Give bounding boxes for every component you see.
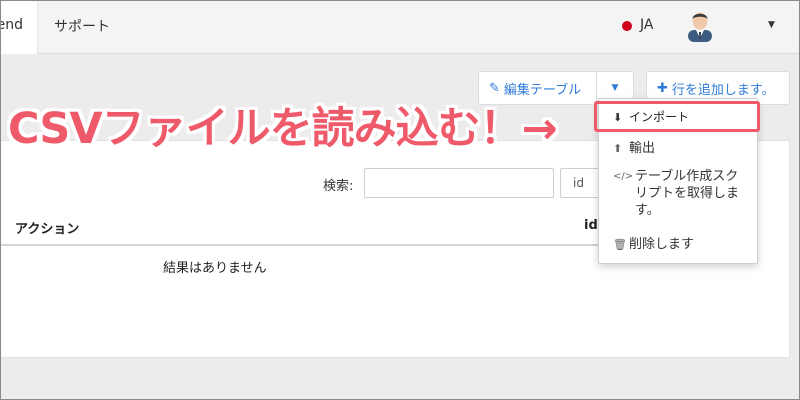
search-label: 検索: [323,179,354,194]
column-header-id[interactable]: id [584,218,598,233]
menu-item-get-create-script[interactable]: </> テーブル作成スクリプトを取得します。 [613,168,747,219]
menu-item-delete[interactable]: 🗑 削除します [613,236,694,253]
nav-tab-support[interactable]: サポート [54,16,110,36]
upload-icon: ⬆ [613,142,623,155]
menu-item-export[interactable]: ⬆ 輸出 [613,140,655,157]
annotation-callout: CSVファイルを読み込む！→ [8,104,558,154]
add-row-label: 行を追加します。 [671,82,775,98]
language-selector[interactable]: JA [640,17,653,33]
trash-icon: 🗑 [613,238,627,251]
menu-item-delete-label: 削除します [629,237,695,252]
search-input[interactable] [364,168,554,198]
plus-icon: ✚ [657,80,668,96]
menu-item-export-label: 輸出 [629,141,656,156]
column-select[interactable]: id [560,168,600,198]
empty-results-message: 結果はありません [163,261,267,276]
code-icon: </> [613,171,634,182]
edit-table-dropdown-toggle[interactable]: ▼ [597,83,633,93]
nav-tab-frontend[interactable]: end [0,0,38,54]
column-header-action[interactable]: アクション [15,218,79,237]
table-header-divider [0,244,600,246]
user-avatar[interactable] [686,8,714,42]
menu-item-get-create-script-label: テーブル作成スクリプトを取得します。 [635,169,740,218]
nav-tab-frontend-label: end [0,17,23,33]
top-navbar: end サポート JA ▼ [0,0,800,54]
user-menu-chevron-down-icon[interactable]: ▼ [768,20,775,30]
import-highlight-box [594,101,760,132]
language-flag-icon[interactable] [622,21,632,31]
